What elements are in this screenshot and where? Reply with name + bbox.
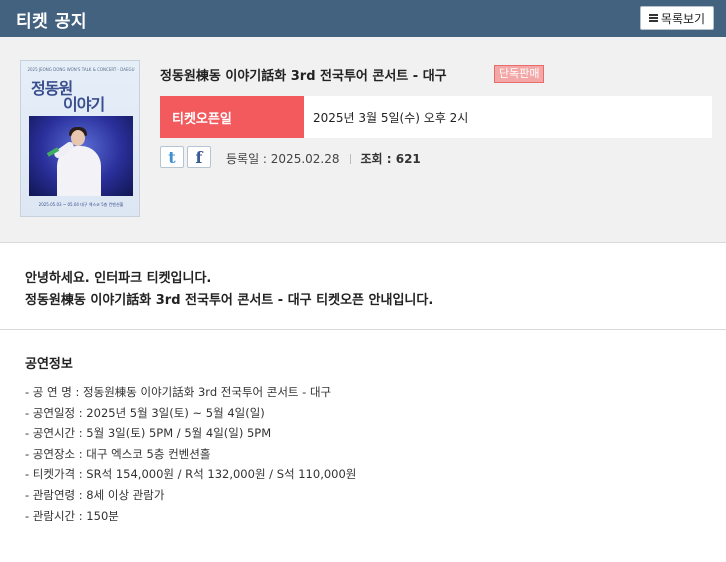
info-item-title: - 공 연 명 : 정동원棟동 이야기話화 3rd 전국투어 콘서트 - 대구 — [25, 385, 332, 399]
info-item-venue: - 공연장소 : 대구 엑스코 5층 컨벤션홀 — [25, 446, 211, 461]
exclusive-badge: 단독판매 — [494, 65, 545, 83]
list-button-label: 목록보기 — [660, 11, 706, 26]
view-count: 조회 : 621 — [360, 152, 421, 166]
ticket-open-date: 2025년 3월 5일(수) 오후 2시 — [313, 111, 469, 125]
menu-icon — [648, 14, 658, 22]
info-item-age: - 관람연령 : 8세 이상 관람가 — [25, 487, 165, 502]
twitter-icon: t — [168, 147, 176, 167]
info-item-time: - 공연시간 : 5월 3일(토) 5PM / 5월 4일(일) 5PM — [25, 426, 272, 441]
ticket-open-row: 티켓오픈일 2025년 3월 5일(수) 오후 2시 — [160, 96, 712, 138]
facebook-icon: f — [195, 147, 203, 167]
poster-bottom-caption: 2025.05.03 ~ 05.04 대구 엑스코 5층 컨벤션홀 — [38, 202, 124, 207]
performance-info-list: - 공 연 명 : 정동원棟동 이야기話화 3rd 전국투어 콘서트 - 대구 … — [25, 382, 356, 526]
meta-divider — [349, 154, 351, 164]
info-item-duration: - 관람시간 : 150분 — [25, 508, 119, 523]
greeting: 안녕하세요. 인터파크 티켓입니다. 정동원棟동 이야기話화 3rd 전국투어 … — [25, 268, 433, 312]
post-meta: 등록일 : 2025.02.28 조회 : 621 — [226, 150, 421, 167]
concert-title: 정동원棟동 이야기話화 3rd 전국투어 콘서트 - 대구 — [160, 69, 447, 84]
ticket-open-label: 티켓오픈일 — [160, 96, 304, 138]
list-button[interactable]: 목록보기 — [640, 6, 714, 30]
concert-poster: 2025 JEONG DONG WON'S TALK & CONCERT - D… — [20, 60, 140, 217]
info-item-price: - 티켓가격 : SR석 154,000원 / R석 132,000원 / S석… — [25, 467, 357, 482]
section-divider — [0, 329, 726, 330]
greeting-line-2: 정동원棟동 이야기話화 3rd 전국투어 콘서트 - 대구 티켓오픈 안내입니다… — [25, 293, 434, 308]
greeting-line-1: 안녕하세요. 인터파크 티켓입니다. — [25, 271, 212, 286]
registered-date: 등록일 : 2025.02.28 — [226, 152, 340, 166]
poster-photo — [29, 116, 133, 196]
title-bar: 티켓 공지 목록보기 — [0, 0, 726, 37]
facebook-share-button[interactable]: f — [187, 146, 211, 168]
page-title: 티켓 공지 — [16, 12, 87, 32]
twitter-share-button[interactable]: t — [160, 146, 184, 168]
poster-top-caption: 2025 JEONG DONG WON'S TALK & CONCERT - D… — [27, 67, 135, 72]
poster-title-line2: 이야기 — [63, 95, 105, 114]
ticket-summary: 2025 JEONG DONG WON'S TALK & CONCERT - D… — [0, 37, 726, 243]
info-item-schedule: - 공연일정 : 2025년 5월 3일(토) ~ 5월 4일(일) — [25, 405, 265, 420]
info-section-title: 공연정보 — [25, 357, 73, 372]
